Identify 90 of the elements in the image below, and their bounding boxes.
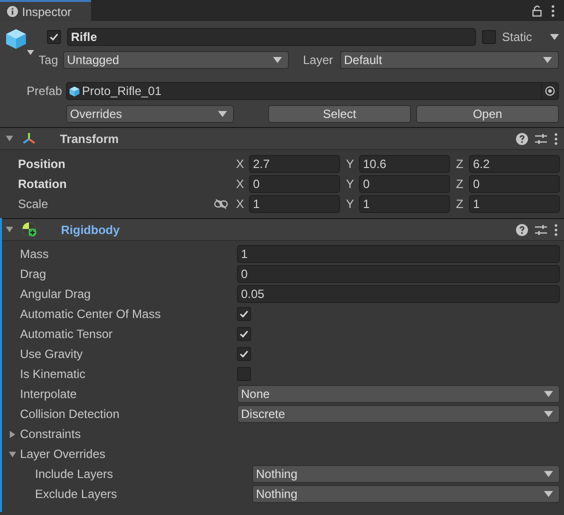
input-field[interactable]: 2.7 [249, 155, 340, 173]
foldout-caret-icon[interactable] [8, 430, 17, 438]
input-field[interactable]: 0 [469, 175, 560, 193]
dropdown[interactable]: Nothing [252, 465, 560, 483]
property-label: Include Layers [35, 466, 114, 483]
checkbox[interactable] [237, 347, 251, 361]
axis-label: Y [345, 156, 356, 173]
checkmark-icon [49, 32, 59, 42]
input-field[interactable]: 6.2 [469, 155, 560, 173]
input-field[interactable]: 1 [469, 195, 560, 213]
prefab-field[interactable]: Proto_Rifle_01 [66, 82, 559, 100]
property-label: Exclude Layers [35, 486, 118, 503]
transform-label: Position [18, 156, 66, 173]
more-icon[interactable] [554, 224, 558, 236]
component-title: Rigidbody [61, 222, 120, 238]
prefab-label: Prefab [26, 83, 63, 100]
axis-label: Z [455, 176, 464, 193]
input-field[interactable]: 0 [359, 175, 450, 193]
property-label: Drag [20, 266, 46, 283]
settings-sliders-icon[interactable] [535, 224, 547, 236]
dropdown[interactable]: Nothing [252, 485, 560, 503]
active-checkbox[interactable] [47, 30, 61, 44]
property-label: Collision Detection [20, 406, 120, 423]
inspector-tab[interactable]: Inspector [0, 0, 91, 21]
caret-icon[interactable] [5, 225, 14, 234]
more-icon[interactable] [554, 132, 558, 144]
axes-icon [22, 132, 36, 146]
property-label: Angular Drag [20, 286, 91, 303]
dropdown-arrow-icon [544, 391, 553, 397]
static-checkbox[interactable] [482, 30, 496, 44]
static-label: Static [502, 29, 532, 46]
checkbox[interactable] [237, 367, 251, 381]
axis-label: X [235, 176, 246, 193]
caret-icon[interactable] [27, 50, 34, 55]
prefab-cube-icon [69, 86, 80, 96]
help-icon[interactable] [516, 224, 528, 236]
dropdown-arrow-icon [273, 57, 282, 63]
input-field[interactable]: 1 [249, 195, 340, 213]
property-label: Is Kinematic [20, 366, 86, 383]
dropdown[interactable]: None [237, 385, 560, 403]
property-label: Use Gravity [20, 346, 83, 363]
input-field[interactable]: 1 [359, 195, 450, 213]
checkbox[interactable] [237, 307, 251, 321]
input-field[interactable]: 10.6 [359, 155, 450, 173]
axis-label: X [235, 196, 246, 213]
axis-label: Z [455, 196, 464, 213]
lock-icon[interactable] [532, 4, 542, 16]
input-field[interactable]: 1 [237, 245, 560, 263]
dropdown-arrow-icon[interactable] [550, 34, 559, 40]
prefab-button[interactable]: Open [416, 105, 559, 123]
help-icon[interactable] [516, 132, 528, 144]
tag-label: Tag [38, 52, 59, 69]
target-icon[interactable] [545, 86, 555, 96]
property-label: Automatic Tensor [20, 326, 112, 343]
dropdown[interactable]: Untagged [63, 51, 289, 69]
dropdown[interactable]: Overrides [66, 105, 234, 123]
more-icon[interactable] [551, 4, 555, 16]
foldout-caret-icon[interactable] [8, 450, 17, 458]
dropdown-arrow-icon [544, 411, 553, 417]
property-label: Constraints [20, 426, 81, 443]
input-field[interactable]: 0 [237, 265, 560, 283]
axis-label: Y [345, 176, 356, 193]
dropdown-arrow-icon [218, 111, 227, 117]
property-label: Layer Overrides [20, 446, 106, 463]
caret-icon[interactable] [5, 134, 14, 143]
axis-label: Y [345, 196, 356, 213]
checkbox[interactable] [237, 327, 251, 341]
game-object-cube-icon [5, 28, 27, 50]
axis-label: Z [455, 156, 464, 173]
input-field[interactable]: 0.05 [237, 285, 560, 303]
name-field[interactable]: Rifle [67, 28, 476, 46]
dropdown-arrow-icon [543, 57, 552, 63]
rigidbody-icon [22, 222, 37, 237]
dropdown-arrow-icon [544, 491, 553, 497]
layer-label: Layer [303, 52, 334, 69]
dropdown-arrow-icon [544, 471, 553, 477]
unlink-icon[interactable] [214, 199, 228, 209]
axis-label: X [235, 156, 246, 173]
dropdown[interactable]: Discrete [237, 405, 560, 423]
property-label: Automatic Center Of Mass [20, 306, 161, 323]
component-title: Transform [60, 130, 119, 148]
input-field[interactable]: 0 [249, 175, 340, 193]
prefab-button[interactable]: Select [268, 105, 411, 123]
property-label: Mass [20, 246, 49, 263]
transform-label: Scale [18, 196, 48, 213]
settings-sliders-icon[interactable] [535, 132, 547, 144]
property-label: Interpolate [20, 386, 77, 403]
transform-label: Rotation [18, 176, 67, 193]
dropdown[interactable]: Default [340, 51, 559, 69]
info-icon [7, 6, 18, 17]
